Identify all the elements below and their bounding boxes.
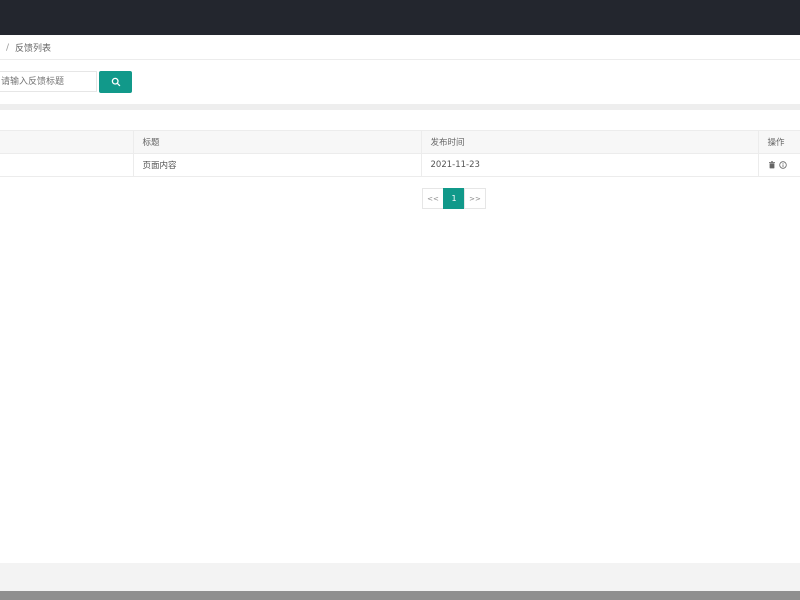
breadcrumb: / 反馈列表 [0,36,800,60]
row-publish-time: 2021-11-23 [420,153,758,177]
search-icon [111,77,120,87]
table-row: 页面内容 2021-11-23 [0,153,800,177]
column-header-publish-time: 发布时间 [420,130,758,154]
column-header-select [0,130,133,154]
footer [0,563,800,591]
content-panel [0,110,800,563]
column-header-actions: 操作 [757,130,800,154]
table-header-row: 标题 发布时间 操作 [0,130,800,154]
top-navbar [0,0,800,35]
row-select-cell [0,153,133,177]
pagination-prev[interactable]: << [422,188,444,209]
feedback-table: 标题 发布时间 操作 页面内容 2021-11-23 [0,130,800,177]
window-bottom-bar [0,591,800,600]
row-actions [757,153,800,177]
delete-icon[interactable] [768,161,776,169]
info-icon[interactable] [778,161,787,169]
breadcrumb-current[interactable]: 反馈列表 [15,41,51,54]
column-header-title: 标题 [132,130,421,154]
breadcrumb-separator: / [6,42,10,53]
pagination: << 1 >> [422,188,486,209]
pagination-next[interactable]: >> [464,188,486,209]
search-input[interactable] [0,71,97,92]
search-button[interactable] [99,71,132,93]
row-title: 页面内容 [132,153,421,177]
pagination-page-current[interactable]: 1 [443,188,465,209]
